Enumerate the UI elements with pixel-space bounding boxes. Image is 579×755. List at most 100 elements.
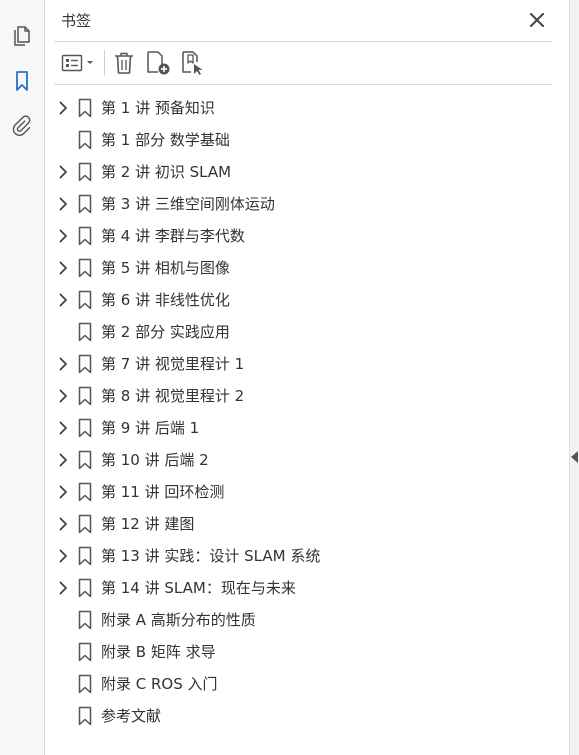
expand-toggle[interactable]	[56, 164, 70, 180]
bookmark-icon	[77, 610, 93, 630]
bookmark-item[interactable]: 第 13 讲 实践：设计 SLAM 系统	[46, 540, 569, 572]
bookmark-label: 参考文献	[101, 707, 162, 725]
bookmark-label: 第 9 讲 后端 1	[101, 419, 200, 437]
bookmark-label: 第 3 讲 三维空间刚体运动	[101, 195, 275, 213]
bookmark-icon	[77, 354, 93, 374]
expand-toggle[interactable]	[56, 548, 70, 564]
bookmark-label: 第 12 讲 建图	[101, 515, 195, 533]
bookmark-icon	[77, 642, 93, 662]
bookmark-icon	[77, 322, 93, 342]
expand-toggle[interactable]	[56, 388, 70, 404]
bookmark-item[interactable]: 第 2 部分 实践应用	[46, 316, 569, 348]
bookmark-item[interactable]: 第 5 讲 相机与图像	[46, 252, 569, 284]
navigation-rail	[0, 0, 45, 755]
bookmark-item[interactable]: 第 1 部分 数学基础	[46, 124, 569, 156]
attachment-icon	[12, 115, 31, 136]
pages-button[interactable]	[9, 22, 35, 48]
bookmarks-toolbar	[46, 46, 569, 80]
bookmark-icon	[77, 546, 93, 566]
expand-toggle[interactable]	[56, 292, 70, 308]
bookmark-icon	[77, 706, 93, 726]
bookmarks-app: 书签 第 1 讲 预备知识 第 1 部分 数学基础 第 2 讲 初识 SLAM …	[0, 0, 579, 755]
bookmarks-button[interactable]	[9, 68, 35, 94]
chevron-left-icon	[571, 451, 578, 463]
bookmark-label: 第 1 讲 预备知识	[101, 99, 215, 117]
expand-toggle[interactable]	[56, 420, 70, 436]
bookmark-item[interactable]: 第 12 讲 建图	[46, 508, 569, 540]
bookmark-label: 第 11 讲 回环检测	[101, 483, 225, 501]
bookmark-item[interactable]: 第 3 讲 三维空间刚体运动	[46, 188, 569, 220]
bookmark-label: 第 10 讲 后端 2	[101, 451, 209, 469]
bookmark-label: 第 2 讲 初识 SLAM	[101, 163, 232, 181]
bookmark-icon	[77, 98, 93, 118]
expand-toggle[interactable]	[56, 196, 70, 212]
bookmark-item[interactable]: 第 11 讲 回环检测	[46, 476, 569, 508]
bookmark-icon	[77, 386, 93, 406]
expand-toggle[interactable]	[56, 580, 70, 596]
close-panel-button[interactable]	[527, 10, 547, 30]
toolbar-divider	[54, 84, 552, 85]
bookmark-item[interactable]: 参考文献	[46, 700, 569, 732]
bookmarks-panel: 书签 第 1 讲 预备知识 第 1 部分 数学基础 第 2 讲 初识 SLAM …	[46, 0, 569, 755]
bookmark-icon	[77, 418, 93, 438]
bookmark-label: 第 13 讲 实践：设计 SLAM 系统	[101, 547, 321, 565]
expand-toggle[interactable]	[56, 484, 70, 500]
new-bookmark-button[interactable]	[144, 50, 172, 76]
bookmark-label: 第 7 讲 视觉里程计 1	[101, 355, 245, 373]
delete-bookmark-button[interactable]	[111, 50, 137, 76]
bookmark-from-structure-button[interactable]	[179, 50, 207, 76]
expand-toggle[interactable]	[56, 356, 70, 372]
expand-toggle[interactable]	[56, 260, 70, 276]
attachments-button[interactable]	[9, 113, 35, 139]
bookmark-item[interactable]: 附录 C ROS 入门	[46, 668, 569, 700]
bookmark-icon	[77, 514, 93, 534]
expand-toggle[interactable]	[56, 228, 70, 244]
bookmark-label: 第 14 讲 SLAM：现在与未来	[101, 579, 296, 597]
bookmark-icon	[16, 71, 28, 91]
chevron-right-icon	[59, 453, 67, 467]
chevron-right-icon	[59, 549, 67, 563]
bookmark-icon	[77, 450, 93, 470]
options-menu-button[interactable]	[60, 50, 98, 76]
bookmark-icon	[77, 258, 93, 278]
panel-splitter[interactable]	[569, 0, 579, 755]
bookmark-icon	[77, 290, 93, 310]
chevron-right-icon	[59, 293, 67, 307]
new-bookmark-icon	[147, 51, 170, 75]
bookmark-label: 附录 C ROS 入门	[101, 675, 218, 693]
expand-toggle[interactable]	[56, 516, 70, 532]
bookmark-icon	[77, 674, 93, 694]
bookmark-icon	[77, 130, 93, 150]
chevron-right-icon	[59, 165, 67, 179]
bookmark-item[interactable]: 第 8 讲 视觉里程计 2	[46, 380, 569, 412]
chevron-right-icon	[59, 421, 67, 435]
chevron-right-icon	[59, 197, 67, 211]
chevron-right-icon	[59, 517, 67, 531]
bookmark-item[interactable]: 第 6 讲 非线性优化	[46, 284, 569, 316]
bookmark-label: 第 6 讲 非线性优化	[101, 291, 230, 309]
bookmark-label: 第 4 讲 李群与李代数	[101, 227, 245, 245]
bookmark-item[interactable]: 第 9 讲 后端 1	[46, 412, 569, 444]
bookmark-item[interactable]: 附录 B 矩阵 求导	[46, 636, 569, 668]
bookmark-item[interactable]: 第 7 讲 视觉里程计 1	[46, 348, 569, 380]
bookmark-item[interactable]: 第 14 讲 SLAM：现在与未来	[46, 572, 569, 604]
panel-title: 书签	[61, 12, 92, 30]
chevron-right-icon	[59, 389, 67, 403]
collapse-pane-button[interactable]	[571, 449, 579, 465]
chevron-right-icon	[59, 229, 67, 243]
chevron-right-icon	[59, 101, 67, 115]
expand-toggle[interactable]	[56, 452, 70, 468]
pages-icon	[14, 26, 30, 46]
delete-icon	[115, 52, 133, 74]
chevron-right-icon	[59, 581, 67, 595]
bookmark-label: 第 2 部分 实践应用	[101, 323, 230, 341]
bookmark-label: 附录 B 矩阵 求导	[101, 643, 216, 661]
panel-header: 书签	[46, 0, 569, 40]
expand-toggle[interactable]	[56, 100, 70, 116]
bookmark-item[interactable]: 第 1 讲 预备知识	[46, 92, 569, 124]
bookmark-icon	[77, 226, 93, 246]
bookmark-item[interactable]: 第 10 讲 后端 2	[46, 444, 569, 476]
bookmark-item[interactable]: 第 4 讲 李群与李代数	[46, 220, 569, 252]
bookmark-item[interactable]: 第 2 讲 初识 SLAM	[46, 156, 569, 188]
bookmark-item[interactable]: 附录 A 高斯分布的性质	[46, 604, 569, 636]
